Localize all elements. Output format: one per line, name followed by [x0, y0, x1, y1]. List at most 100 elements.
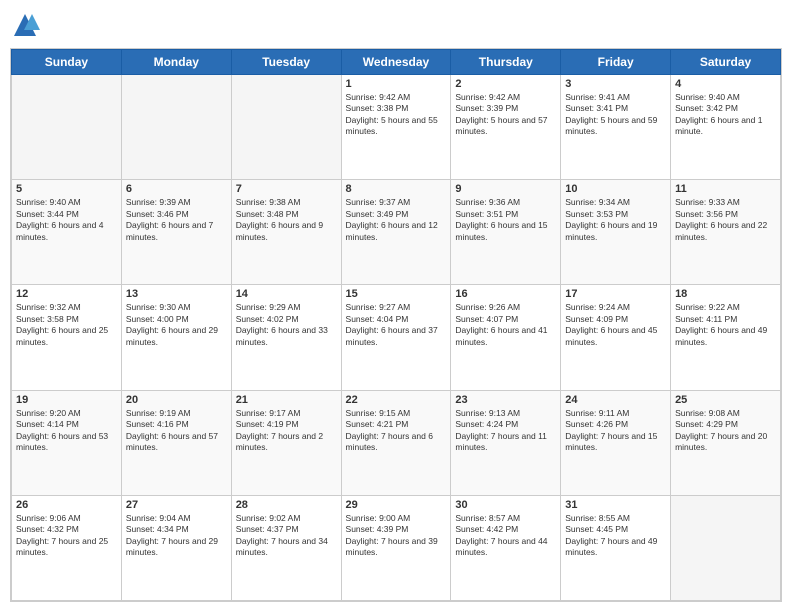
- day-cell-25: 25 Sunrise: 9:08 AM Sunset: 4:29 PM Dayli…: [671, 390, 781, 495]
- day-header-sunday: Sunday: [12, 50, 122, 75]
- day-header-friday: Friday: [561, 50, 671, 75]
- page: SundayMondayTuesdayWednesdayThursdayFrid…: [0, 0, 792, 612]
- day-number: 15: [346, 288, 447, 300]
- day-number: 31: [565, 499, 666, 511]
- week-row-3: 12 Sunrise: 9:32 AM Sunset: 3:58 PM Dayli…: [12, 285, 781, 390]
- day-info: Sunrise: 9:11 AM Sunset: 4:26 PM Dayligh…: [565, 408, 666, 454]
- day-info: Sunrise: 9:04 AM Sunset: 4:34 PM Dayligh…: [126, 513, 227, 559]
- day-cell-12: 12 Sunrise: 9:32 AM Sunset: 3:58 PM Dayli…: [12, 285, 122, 390]
- day-info: Sunrise: 9:22 AM Sunset: 4:11 PM Dayligh…: [675, 302, 776, 348]
- day-number: 23: [455, 394, 556, 406]
- day-info: Sunrise: 9:32 AM Sunset: 3:58 PM Dayligh…: [16, 302, 117, 348]
- day-number: 17: [565, 288, 666, 300]
- day-number: 28: [236, 499, 337, 511]
- header-row: SundayMondayTuesdayWednesdayThursdayFrid…: [12, 50, 781, 75]
- day-cell-19: 19 Sunrise: 9:20 AM Sunset: 4:14 PM Dayli…: [12, 390, 122, 495]
- day-cell-28: 28 Sunrise: 9:02 AM Sunset: 4:37 PM Dayli…: [231, 495, 341, 600]
- day-info: Sunrise: 9:42 AM Sunset: 3:39 PM Dayligh…: [455, 92, 556, 138]
- day-cell-26: 26Sunrise: 9:06 AM Sunset: 4:32 PM Dayli…: [12, 495, 122, 600]
- day-info: Sunrise: 9:26 AM Sunset: 4:07 PM Dayligh…: [455, 302, 556, 348]
- day-cell-empty: [671, 495, 781, 600]
- day-number: 6: [126, 183, 227, 195]
- calendar-body: 1Sunrise: 9:42 AM Sunset: 3:38 PM Daylig…: [12, 75, 781, 601]
- day-cell-5: 5 Sunrise: 9:40 AM Sunset: 3:44 PM Daylig…: [12, 180, 122, 285]
- day-cell-6: 6 Sunrise: 9:39 AM Sunset: 3:46 PM Daylig…: [121, 180, 231, 285]
- day-cell-13: 13 Sunrise: 9:30 AM Sunset: 4:00 PM Dayli…: [121, 285, 231, 390]
- header: [10, 10, 782, 40]
- day-header-saturday: Saturday: [671, 50, 781, 75]
- day-info: Sunrise: 9:33 AM Sunset: 3:56 PM Dayligh…: [675, 197, 776, 243]
- day-info: Sunrise: 9:38 AM Sunset: 3:48 PM Dayligh…: [236, 197, 337, 243]
- day-info: Sunrise: 9:00 AM Sunset: 4:39 PM Dayligh…: [346, 513, 447, 559]
- week-row-1: 1Sunrise: 9:42 AM Sunset: 3:38 PM Daylig…: [12, 75, 781, 180]
- day-cell-18: 18 Sunrise: 9:22 AM Sunset: 4:11 PM Dayli…: [671, 285, 781, 390]
- day-number: 29: [346, 499, 447, 511]
- day-cell-empty: [121, 75, 231, 180]
- day-cell-30: 30Sunrise: 8:57 AM Sunset: 4:42 PM Dayli…: [451, 495, 561, 600]
- day-cell-27: 27 Sunrise: 9:04 AM Sunset: 4:34 PM Dayli…: [121, 495, 231, 600]
- day-number: 3: [565, 78, 666, 90]
- day-number: 4: [675, 78, 776, 90]
- day-number: 27: [126, 499, 227, 511]
- day-info: Sunrise: 9:27 AM Sunset: 4:04 PM Dayligh…: [346, 302, 447, 348]
- day-number: 11: [675, 183, 776, 195]
- logo: [10, 10, 44, 40]
- day-cell-4: 4 Sunrise: 9:40 AM Sunset: 3:42 PM Daylig…: [671, 75, 781, 180]
- day-cell-23: 23 Sunrise: 9:13 AM Sunset: 4:24 PM Dayli…: [451, 390, 561, 495]
- day-info: Sunrise: 9:30 AM Sunset: 4:00 PM Dayligh…: [126, 302, 227, 348]
- day-info: Sunrise: 9:41 AM Sunset: 3:41 PM Dayligh…: [565, 92, 666, 138]
- day-number: 18: [675, 288, 776, 300]
- day-number: 12: [16, 288, 117, 300]
- day-header-thursday: Thursday: [451, 50, 561, 75]
- day-cell-10: 10Sunrise: 9:34 AM Sunset: 3:53 PM Dayli…: [561, 180, 671, 285]
- day-info: Sunrise: 9:02 AM Sunset: 4:37 PM Dayligh…: [236, 513, 337, 559]
- day-cell-7: 7 Sunrise: 9:38 AM Sunset: 3:48 PM Daylig…: [231, 180, 341, 285]
- day-number: 5: [16, 183, 117, 195]
- day-number: 2: [455, 78, 556, 90]
- day-info: Sunrise: 9:29 AM Sunset: 4:02 PM Dayligh…: [236, 302, 337, 348]
- calendar-table: SundayMondayTuesdayWednesdayThursdayFrid…: [11, 49, 781, 601]
- day-cell-14: 14Sunrise: 9:29 AM Sunset: 4:02 PM Dayli…: [231, 285, 341, 390]
- day-cell-15: 15 Sunrise: 9:27 AM Sunset: 4:04 PM Dayli…: [341, 285, 451, 390]
- day-number: 13: [126, 288, 227, 300]
- day-info: Sunrise: 9:08 AM Sunset: 4:29 PM Dayligh…: [675, 408, 776, 454]
- day-info: Sunrise: 9:36 AM Sunset: 3:51 PM Dayligh…: [455, 197, 556, 243]
- day-info: Sunrise: 9:13 AM Sunset: 4:24 PM Dayligh…: [455, 408, 556, 454]
- calendar: SundayMondayTuesdayWednesdayThursdayFrid…: [10, 48, 782, 602]
- day-header-wednesday: Wednesday: [341, 50, 451, 75]
- day-cell-16: 16 Sunrise: 9:26 AM Sunset: 4:07 PM Dayli…: [451, 285, 561, 390]
- day-info: Sunrise: 9:39 AM Sunset: 3:46 PM Dayligh…: [126, 197, 227, 243]
- day-cell-3: 3 Sunrise: 9:41 AM Sunset: 3:41 PM Daylig…: [561, 75, 671, 180]
- day-number: 25: [675, 394, 776, 406]
- week-row-5: 26Sunrise: 9:06 AM Sunset: 4:32 PM Dayli…: [12, 495, 781, 600]
- day-info: Sunrise: 9:17 AM Sunset: 4:19 PM Dayligh…: [236, 408, 337, 454]
- day-number: 22: [346, 394, 447, 406]
- day-cell-empty: [12, 75, 122, 180]
- day-cell-20: 20Sunrise: 9:19 AM Sunset: 4:16 PM Dayli…: [121, 390, 231, 495]
- day-cell-empty: [231, 75, 341, 180]
- day-number: 16: [455, 288, 556, 300]
- day-number: 19: [16, 394, 117, 406]
- day-cell-1: 1Sunrise: 9:42 AM Sunset: 3:38 PM Daylig…: [341, 75, 451, 180]
- day-cell-24: 24Sunrise: 9:11 AM Sunset: 4:26 PM Dayli…: [561, 390, 671, 495]
- day-cell-21: 21Sunrise: 9:17 AM Sunset: 4:19 PM Dayli…: [231, 390, 341, 495]
- week-row-2: 5 Sunrise: 9:40 AM Sunset: 3:44 PM Daylig…: [12, 180, 781, 285]
- day-info: Sunrise: 9:42 AM Sunset: 3:38 PM Dayligh…: [346, 92, 447, 138]
- day-info: Sunrise: 9:40 AM Sunset: 3:42 PM Dayligh…: [675, 92, 776, 138]
- day-number: 7: [236, 183, 337, 195]
- day-cell-11: 11 Sunrise: 9:33 AM Sunset: 3:56 PM Dayli…: [671, 180, 781, 285]
- day-info: Sunrise: 9:34 AM Sunset: 3:53 PM Dayligh…: [565, 197, 666, 243]
- day-info: Sunrise: 9:20 AM Sunset: 4:14 PM Dayligh…: [16, 408, 117, 454]
- day-info: Sunrise: 9:37 AM Sunset: 3:49 PM Dayligh…: [346, 197, 447, 243]
- day-cell-2: 2 Sunrise: 9:42 AM Sunset: 3:39 PM Daylig…: [451, 75, 561, 180]
- day-number: 20: [126, 394, 227, 406]
- calendar-header: SundayMondayTuesdayWednesdayThursdayFrid…: [12, 50, 781, 75]
- day-info: Sunrise: 8:55 AM Sunset: 4:45 PM Dayligh…: [565, 513, 666, 559]
- day-cell-29: 29 Sunrise: 9:00 AM Sunset: 4:39 PM Dayli…: [341, 495, 451, 600]
- day-number: 8: [346, 183, 447, 195]
- day-number: 30: [455, 499, 556, 511]
- logo-icon: [10, 10, 40, 40]
- week-row-4: 19 Sunrise: 9:20 AM Sunset: 4:14 PM Dayli…: [12, 390, 781, 495]
- day-number: 9: [455, 183, 556, 195]
- day-info: Sunrise: 9:40 AM Sunset: 3:44 PM Dayligh…: [16, 197, 117, 243]
